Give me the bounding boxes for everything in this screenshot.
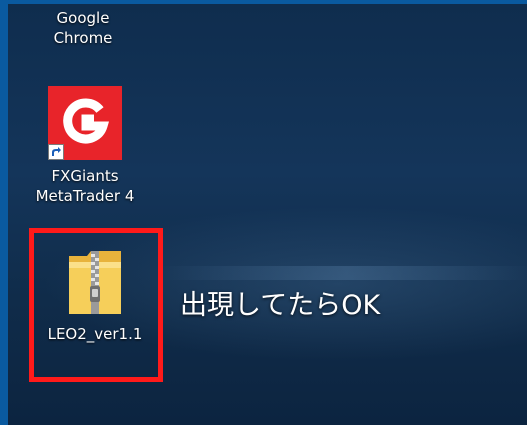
desktop: Google Chrome FXGiants MetaTrader 4 LEO2…	[0, 0, 527, 425]
icon-label: Google Chrome	[53, 9, 113, 47]
red-highlight-box	[29, 228, 163, 382]
wallpaper-light-beam	[158, 266, 527, 280]
annotation-text: 出現してたらOK	[180, 290, 381, 321]
shortcut-arrow-icon	[48, 144, 64, 160]
fxgiants-logo-icon	[48, 86, 122, 160]
desktop-icon-google-chrome[interactable]: Google Chrome	[28, 8, 138, 48]
icon-label: FXGiants MetaTrader 4	[35, 167, 135, 205]
desktop-icon-fxgiants-metatrader[interactable]: FXGiants MetaTrader 4	[30, 86, 140, 206]
